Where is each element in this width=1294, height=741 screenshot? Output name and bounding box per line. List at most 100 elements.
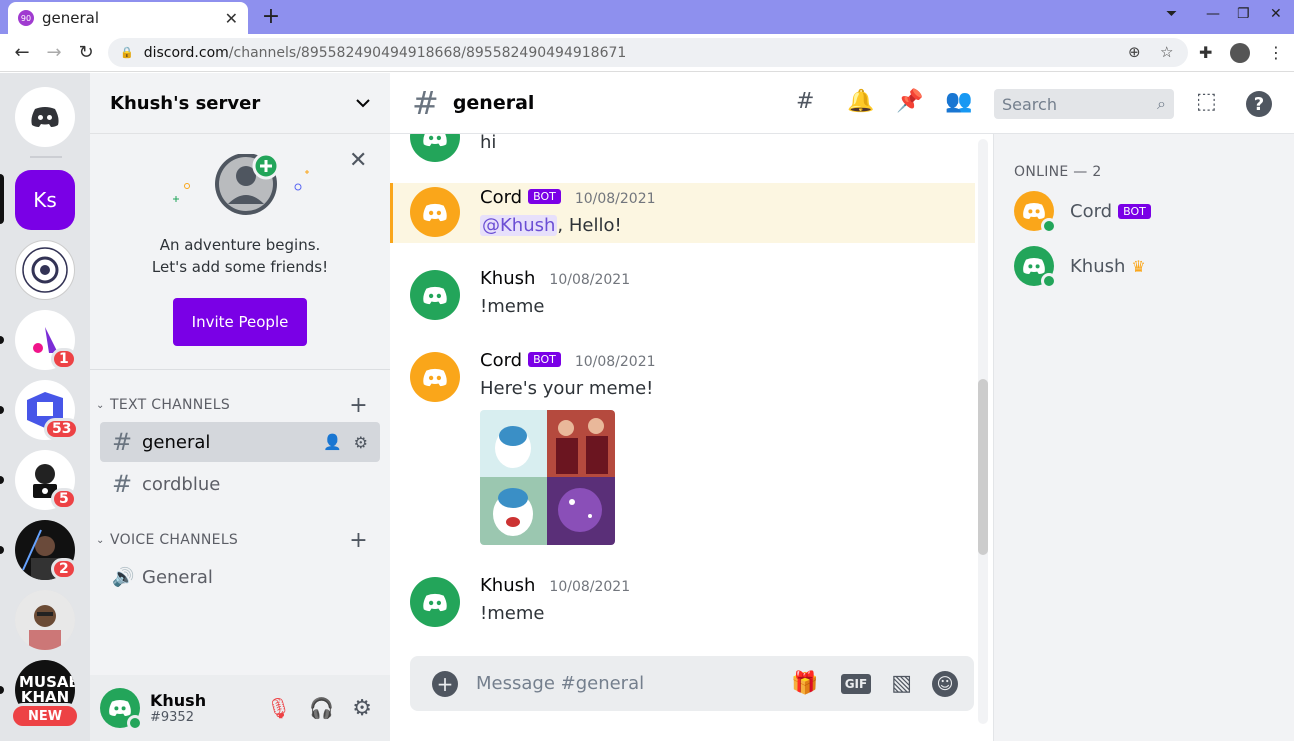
mention-badge: 53 [44, 418, 80, 440]
avatar[interactable] [410, 352, 460, 402]
server-ks[interactable]: Ks [15, 170, 75, 230]
tab-strip: 90 general ✕ + ⏷ — ❐ ✕ [0, 0, 1294, 34]
avatar[interactable] [410, 187, 460, 237]
server-portrait[interactable] [15, 590, 75, 650]
online-heading: ONLINE — 2 [1014, 164, 1102, 180]
threads-icon[interactable]: # [796, 89, 814, 114]
invite-promo: ✕ An adventure begins. Let's add some fri… [90, 134, 390, 370]
favicon-icon: 90 [18, 10, 34, 26]
avatar[interactable] [100, 688, 143, 731]
discord-logo-icon [423, 286, 447, 304]
timestamp: 10/08/2021 [574, 354, 656, 370]
avatar [1014, 246, 1057, 289]
chat-area: hi Cord BOT 10/08/2021 @Khush, Hello! Khus… [390, 73, 993, 741]
member-khush[interactable]: Khush ♛ [1014, 244, 1284, 289]
user-mention[interactable]: @Khush [480, 215, 558, 236]
new-badge: NEW [10, 703, 80, 729]
new-tab-icon[interactable]: + [260, 4, 282, 30]
bot-tag: BOT [528, 352, 561, 367]
server-name: Khush's server [110, 92, 261, 114]
restore-icon[interactable]: ❐ [1237, 6, 1250, 22]
unread-indicator [0, 686, 4, 694]
help-icon[interactable]: ? [1246, 91, 1272, 117]
avatar[interactable] [410, 134, 460, 162]
scrollbar-thumb[interactable] [978, 379, 988, 555]
member-name: Khush [1070, 255, 1126, 277]
home-button[interactable] [15, 87, 75, 147]
create-channel-icon[interactable]: + [349, 393, 368, 418]
timestamp: 10/08/2021 [574, 191, 656, 207]
attach-plus-icon[interactable]: + [432, 670, 458, 697]
adventure-illustration-icon [173, 154, 309, 215]
close-tab-icon[interactable]: ✕ [225, 9, 238, 28]
unread-indicator [0, 336, 4, 344]
message-composer[interactable]: + Message #general 🎁 GIF ▧ ☺ [410, 656, 974, 711]
crown-icon: ♛ [1131, 256, 1146, 276]
category-voice-channels[interactable]: ⌄ VOICE CHANNELS + [96, 528, 390, 553]
pin-icon[interactable]: 📌 [896, 89, 923, 114]
sticker-icon[interactable]: ▧ [891, 671, 912, 696]
zoom-icon[interactable]: ⊕ [1128, 43, 1141, 61]
bookmark-star-icon[interactable]: ☆ [1160, 43, 1173, 61]
create-invite-icon[interactable]: 👤 [323, 433, 342, 451]
discord-app: Ks 1 53 5 2 MUSAB KHAN NEW Khush's serve… [0, 73, 1294, 741]
meme-image[interactable] [480, 410, 615, 545]
invite-people-button[interactable]: Invite People [173, 298, 307, 346]
server-society[interactable] [15, 240, 75, 300]
channel-sidebar: Khush's server ✕ An adventure begins. Let… [90, 73, 390, 741]
unread-indicator [0, 406, 4, 414]
channel-cordblue[interactable]: # cordblue [100, 464, 380, 504]
bot-tag: BOT [528, 189, 561, 204]
notification-bell-icon[interactable]: 🔔 [847, 89, 874, 114]
avatar[interactable] [410, 577, 460, 627]
channel-voice-general[interactable]: 🔊 General [100, 557, 380, 597]
member-cord[interactable]: Cord BOT [1014, 189, 1284, 234]
mute-microphone-icon[interactable]: 🎙 [266, 696, 291, 720]
gift-icon[interactable]: 🎁 [791, 671, 818, 696]
message-input[interactable]: Message #general [476, 673, 791, 694]
minimize-icon[interactable]: — [1206, 6, 1220, 22]
address-bar[interactable]: 🔒 discord.com/channels/89558249049491866… [108, 38, 1188, 67]
hash-icon: # [112, 428, 133, 456]
author-name[interactable]: Khush [480, 268, 535, 289]
tab-search-icon[interactable]: ⏷ [1166, 6, 1177, 22]
online-status-icon [1041, 218, 1057, 234]
discord-logo-icon [423, 593, 447, 611]
gif-button[interactable]: GIF [840, 673, 872, 694]
divider [30, 156, 62, 158]
inbox-icon[interactable]: ⬚ [1196, 89, 1217, 114]
search-input[interactable]: Search ⌕ [994, 89, 1174, 119]
timestamp: 10/08/2021 [549, 272, 631, 288]
bot-tag: BOT [1118, 203, 1151, 219]
extensions-icon[interactable]: ✚ [1199, 43, 1212, 62]
online-status-icon [1041, 273, 1057, 289]
create-channel-icon[interactable]: + [349, 528, 368, 553]
chevron-down-icon: ⌄ [96, 399, 105, 411]
timestamp: 10/08/2021 [549, 579, 631, 595]
reload-icon[interactable]: ↻ [75, 42, 97, 63]
server-header[interactable]: Khush's server [90, 73, 390, 134]
selected-indicator [0, 174, 4, 224]
channel-title: general [452, 92, 535, 114]
member-list-icon[interactable]: 👥 [945, 89, 972, 114]
message-highlighted: Cord BOT 10/08/2021 @Khush, Hello! [390, 183, 975, 243]
author-name[interactable]: Cord [480, 350, 522, 371]
close-window-icon[interactable]: ✕ [1270, 6, 1282, 22]
emoji-icon[interactable]: ☺ [932, 670, 958, 697]
browser-menu-icon[interactable]: ⋮ [1268, 43, 1284, 62]
author-name[interactable]: Khush [480, 575, 535, 596]
user-settings-gear-icon[interactable]: ⚙ [352, 696, 372, 721]
chevron-down-icon [356, 99, 370, 108]
author-name[interactable]: Cord [480, 187, 522, 208]
channel-general[interactable]: # general 👤 ⚙ [100, 422, 380, 462]
avatar[interactable] [410, 270, 460, 320]
forward-icon[interactable]: → [43, 42, 65, 63]
gear-icon[interactable]: ⚙ [354, 433, 368, 452]
back-icon[interactable]: ← [11, 42, 33, 63]
close-icon[interactable]: ✕ [349, 148, 367, 173]
browser-tab[interactable]: 90 general ✕ [8, 2, 248, 34]
profile-avatar[interactable] [1230, 43, 1250, 63]
headphones-icon[interactable]: 🎧 [309, 696, 334, 720]
category-text-channels[interactable]: ⌄ TEXT CHANNELS + [96, 393, 390, 418]
discord-logo-icon [1023, 258, 1045, 274]
